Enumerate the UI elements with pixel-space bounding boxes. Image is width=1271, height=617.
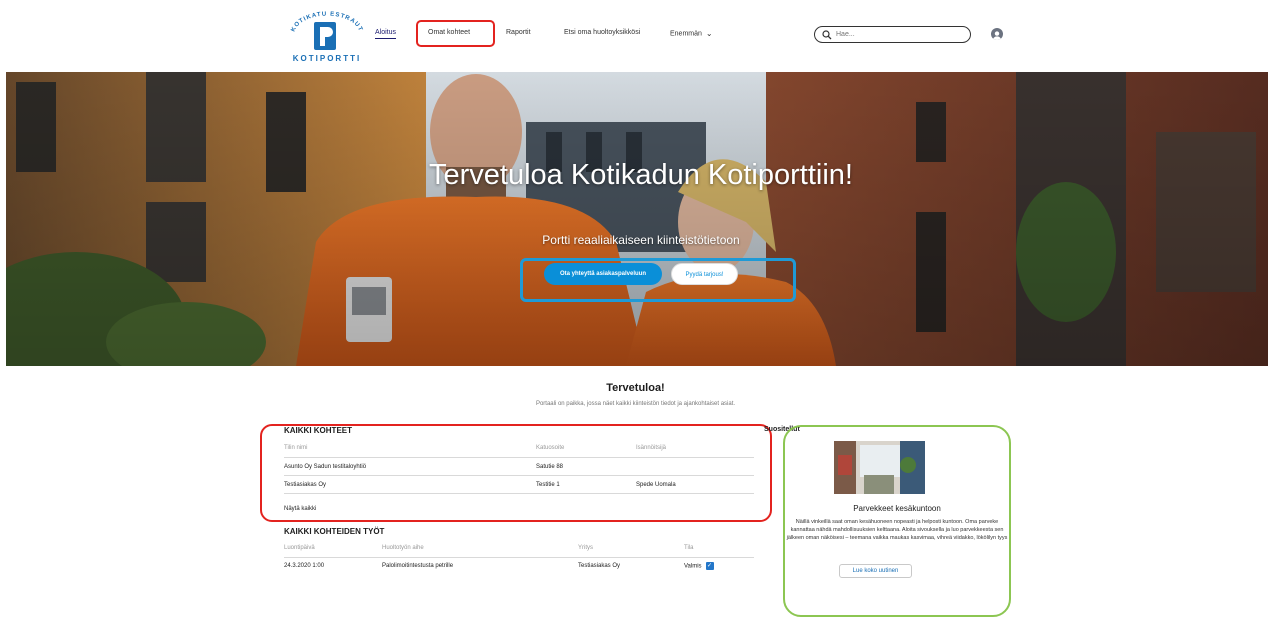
site-header: KOTIKATU ESTRAUT KOTIPORTTI Aloitus Omat…	[0, 0, 1271, 72]
request-quote-button[interactable]: Pyydä tarjous!	[671, 263, 738, 285]
col-manager[interactable]: Isännöitsijä	[636, 445, 666, 451]
hero-title: Tervetuloa Kotikadun Kotiporttiin!	[429, 159, 853, 191]
nav-highlight-frame	[416, 20, 495, 47]
job-subject-link[interactable]: Palolimoitintestusta petrille	[382, 563, 453, 569]
logo-wordmark: KOTIPORTTI	[292, 54, 362, 63]
read-full-article-button[interactable]: Lue koko uutinen	[839, 564, 912, 578]
property-manager: Spede Uomala	[636, 482, 676, 488]
jobs-title: KAIKKI KOHTEIDEN TYÖT	[284, 527, 385, 536]
row-divider	[284, 475, 754, 476]
row-divider	[284, 557, 754, 558]
user-avatar-icon[interactable]	[991, 28, 1003, 40]
job-status: Valmis ✓	[684, 562, 714, 570]
col-address[interactable]: Katuosoite	[536, 445, 564, 451]
search-box[interactable]	[814, 26, 971, 43]
property-address: Testitie 1	[536, 482, 560, 488]
contact-customer-service-button[interactable]: Ota yhteyttä asiakaspalveluun	[544, 263, 662, 285]
col-job-subject[interactable]: Huoltotyön aihe	[382, 545, 424, 551]
property-address: Satutie 88	[536, 464, 564, 470]
property-name-link[interactable]: Testiasiakas Oy	[284, 482, 326, 488]
nav-aloitus[interactable]: Aloitus	[375, 29, 397, 39]
row-divider	[284, 457, 754, 458]
search-input[interactable]	[836, 31, 966, 38]
col-company[interactable]: Yritys	[578, 545, 593, 551]
job-date: 24.3.2020 1:00	[284, 563, 325, 569]
hero-photo	[6, 72, 1268, 366]
hero-subtitle: Portti reaaliaikaiseen kiinteistötietoon	[542, 233, 740, 247]
col-account-name[interactable]: Tilin nimi	[284, 445, 307, 451]
col-created-date[interactable]: Luontipäivä	[284, 545, 315, 551]
nav-etsi-huoltoyksikko[interactable]: Etsi oma huoltoyksikkösi	[564, 29, 640, 36]
properties-title: KAIKKI KOHTEET	[284, 426, 352, 435]
hero-banner: Tervetuloa Kotikadun Kotiporttiin! Portt…	[6, 72, 1268, 366]
nav-raportit[interactable]: Raportit	[506, 29, 531, 36]
chevron-down-icon: ⌄	[705, 29, 713, 38]
checkbox-checked-icon: ✓	[705, 562, 714, 570]
recommended-article-title[interactable]: Parvekkeet kesäkuntoon	[790, 504, 1004, 513]
balcony-article-image[interactable]	[834, 441, 925, 494]
welcome-title: Tervetuloa!	[606, 382, 665, 394]
show-all-link[interactable]: Näytä kaikki	[284, 506, 316, 512]
nav-enemman-label: Enemmän	[670, 30, 702, 38]
door-key-icon	[314, 22, 336, 50]
nav-enemman[interactable]: Enemmän ⌄	[670, 29, 713, 38]
welcome-subtitle: Portaali on paikka, jossa näet kaikki ki…	[535, 401, 736, 407]
kotiportti-logo[interactable]: KOTIKATU ESTRAUT KOTIPORTTI	[278, 6, 376, 68]
job-company: Testiasiakas Oy	[578, 563, 621, 569]
recommended-article-body: Näillä vinkeillä saat oman kesähuoneen n…	[786, 519, 1008, 541]
property-name-link[interactable]: Asunto Oy Sadun testitaloyhtiö	[284, 464, 366, 470]
col-status[interactable]: Tila	[684, 545, 693, 551]
job-status-label: Valmis	[684, 563, 702, 570]
search-icon	[822, 29, 832, 39]
row-divider	[284, 493, 754, 494]
properties-highlight-frame	[260, 424, 772, 522]
